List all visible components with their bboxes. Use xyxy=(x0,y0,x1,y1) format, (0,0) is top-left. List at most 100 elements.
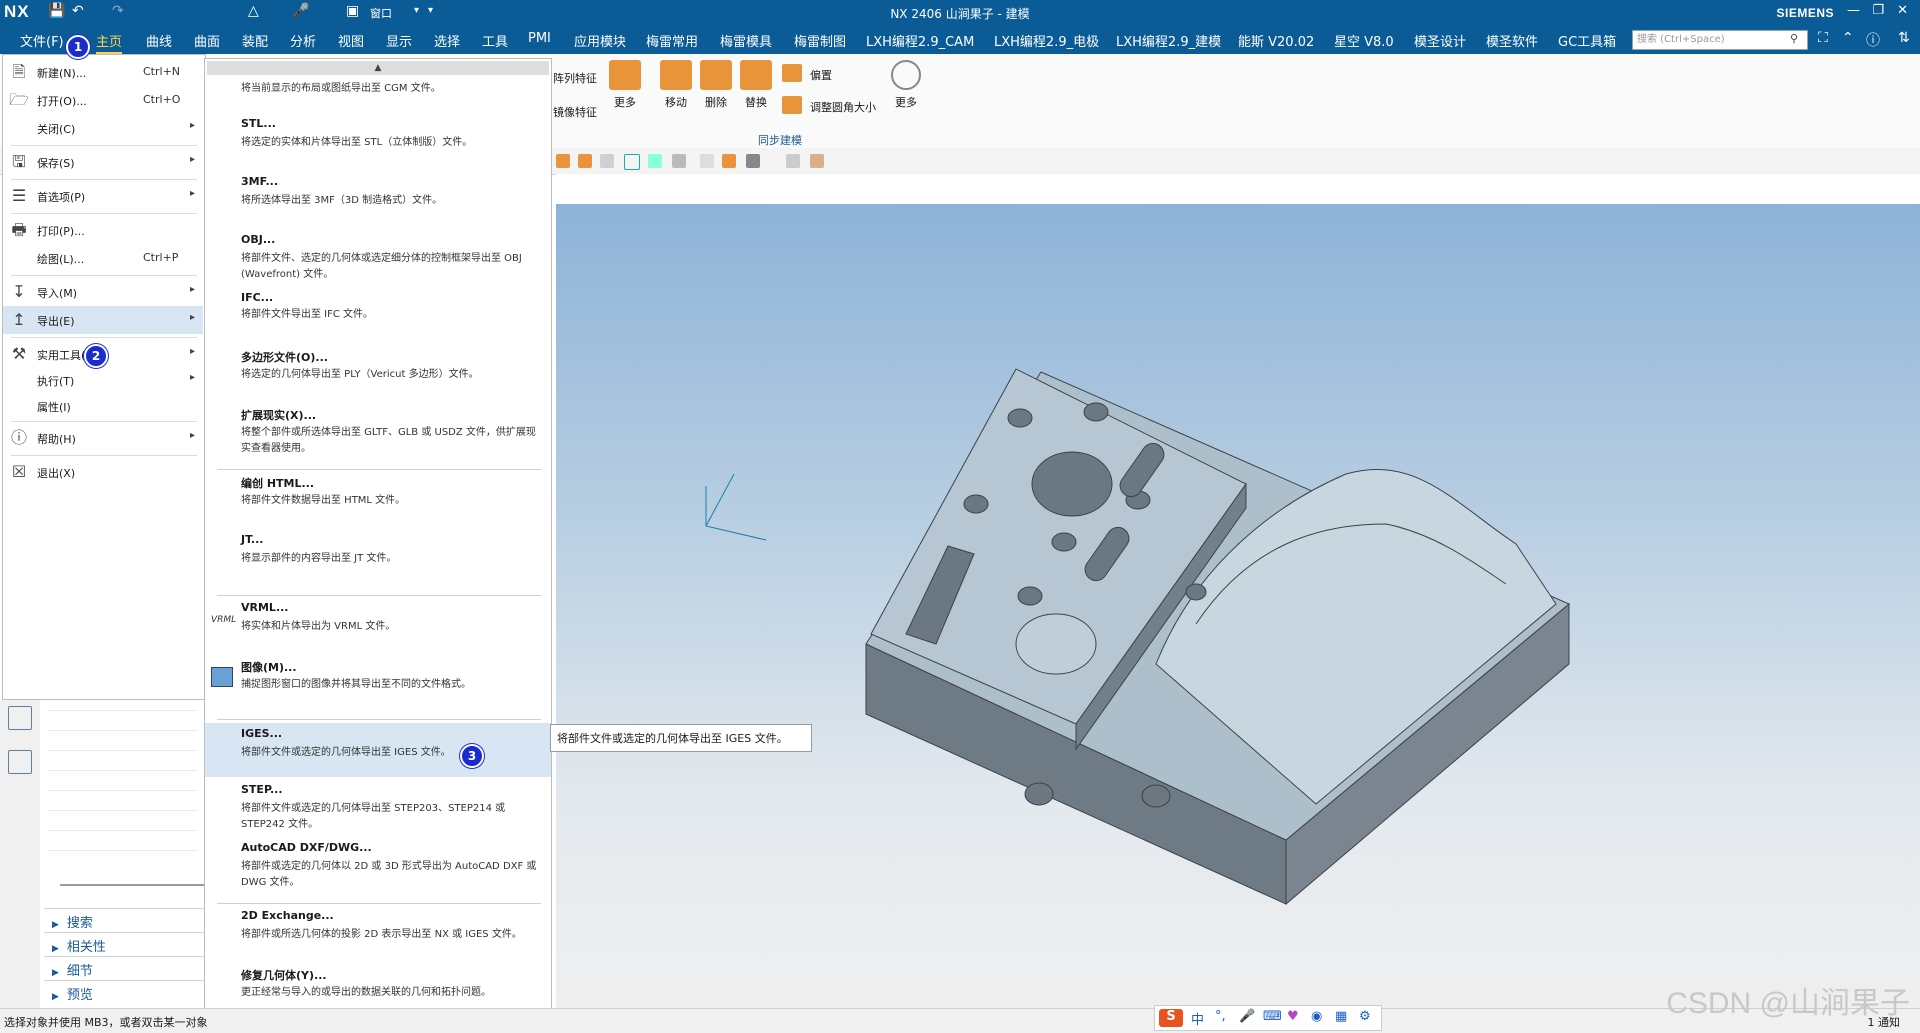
close-icon[interactable]: ✕ xyxy=(1897,3,1908,18)
menu-item-properties[interactable]: 属性(I) xyxy=(3,392,203,420)
export-obj-item[interactable]: OBJ... 将部件文件、选定的几何体或选定细分体的控制框架导出至 OBJ (W… xyxy=(205,233,551,285)
search-input[interactable]: 搜索 (Ctrl+Space) xyxy=(1632,30,1808,50)
horizontal-scrollbar[interactable] xyxy=(60,884,204,886)
navigator-section-search[interactable]: ▶ 搜索 xyxy=(52,912,93,931)
resize-blend-icon[interactable] xyxy=(782,96,802,114)
minimize-icon[interactable]: — xyxy=(1847,3,1860,18)
offset-region-icon[interactable] xyxy=(782,64,802,82)
move-icon[interactable] xyxy=(746,154,760,168)
export-iges-item[interactable]: IGES... 将部件文件或选定的几何体导出至 IGES 文件。 xyxy=(205,723,551,777)
curve-icon[interactable] xyxy=(624,154,640,170)
resize-blend-label[interactable]: 调整圆角大小 xyxy=(810,99,876,115)
tab-view[interactable]: 视图 xyxy=(338,31,364,50)
tab-curve[interactable]: 曲线 xyxy=(146,31,172,50)
fullscreen-icon[interactable]: ⛶ xyxy=(1818,30,1828,46)
navigator-section-details[interactable]: ▶ 细节 xyxy=(52,960,93,979)
tab-select[interactable]: 选择 xyxy=(434,31,460,50)
part-model[interactable] xyxy=(556,204,1920,1008)
tab-lxh-cam[interactable]: LXH编程2.9_CAM xyxy=(866,31,974,50)
search-icon[interactable]: ⚲ xyxy=(1790,32,1798,45)
tab-surface[interactable]: 曲面 xyxy=(194,31,220,50)
graphics-window[interactable] xyxy=(556,204,1920,1008)
export-2d-exchange-item[interactable]: 2D Exchange... 将部件或所选几何体的投影 2D 表示导出至 NX … xyxy=(205,909,551,961)
tab-xingkong[interactable]: 星空 V8.0 xyxy=(1334,31,1394,50)
menu-item-exit[interactable]: ☒ 退出(X) xyxy=(3,458,203,486)
keyboard-icon[interactable]: ⌨ xyxy=(1263,1009,1282,1024)
tab-meilei-common[interactable]: 梅雷常用 xyxy=(646,31,698,50)
shaded-icon[interactable] xyxy=(810,154,824,168)
menu-item-new[interactable]: 🗎 新建(N)... Ctrl+N xyxy=(3,58,203,86)
navigator-section-preview[interactable]: ▶ 预览 xyxy=(52,984,93,1003)
tab-applications[interactable]: 应用模块 xyxy=(574,31,626,50)
move-face-button[interactable]: 移动 xyxy=(656,60,696,110)
export-ifc-item[interactable]: IFC... 将部件文件导出至 IFC 文件。 xyxy=(205,291,551,327)
export-3mf-item[interactable]: 3MF... 将所选体导出至 3MF（3D 制造格式）文件。 xyxy=(205,175,551,215)
tab-nengsi[interactable]: 能斯 V20.02 xyxy=(1238,31,1314,50)
assembly-navigator-icon[interactable] xyxy=(8,750,32,774)
sogou-logo-icon[interactable]: S xyxy=(1159,1009,1183,1027)
more-sync-button[interactable]: 更多 xyxy=(886,60,926,110)
menu-item-export[interactable]: ↥ 导出(E) ▸ xyxy=(3,306,203,334)
filter-icon[interactable] xyxy=(700,154,714,168)
solid-face-icon[interactable] xyxy=(556,154,570,168)
export-polygon-item[interactable]: 多边形文件(O)... 将选定的几何体导出至 PLY（Vericut 多边形）文… xyxy=(205,349,551,389)
export-image-item[interactable]: 图像(M)... 捕捉图形窗口的图像并将其导出至不同的文件格式。 xyxy=(205,659,551,699)
tab-file[interactable]: 文件(F) xyxy=(20,31,64,50)
microphone-icon[interactable]: 🎤 xyxy=(1239,1009,1255,1024)
sheet-icon[interactable] xyxy=(600,154,614,168)
snap-icon[interactable] xyxy=(672,154,686,168)
view-cube-icon[interactable] xyxy=(786,154,800,168)
menu-item-import[interactable]: ↧ 导入(M) ▸ xyxy=(3,278,203,306)
menu-item-help[interactable]: ⓘ 帮助(H) ▸ xyxy=(3,424,203,452)
tab-meilei-drafting[interactable]: 梅雷制图 xyxy=(794,31,846,50)
menu-item-close[interactable]: 关闭(C) ▸ xyxy=(3,114,203,142)
tab-tools[interactable]: 工具 xyxy=(482,31,508,50)
export-jt-item[interactable]: JT... 将显示部件的内容导出至 JT 文件。 xyxy=(205,533,551,573)
help-icon[interactable]: ⓘ xyxy=(1866,30,1880,50)
tab-mosheng-design[interactable]: 模圣设计 xyxy=(1414,31,1466,50)
collapse-ribbon-icon[interactable]: ⌃ xyxy=(1842,30,1854,46)
grid-icon[interactable]: ▦ xyxy=(1335,1009,1347,1024)
tab-assembly[interactable]: 装配 xyxy=(242,31,268,50)
tab-lxh-electrode[interactable]: LXH编程2.9_电极 xyxy=(994,31,1099,50)
punctuation-icon[interactable]: °, xyxy=(1215,1009,1226,1024)
tab-analysis[interactable]: 分析 xyxy=(290,31,316,50)
mirror-feature-label[interactable]: 镜像特征 xyxy=(553,104,597,120)
navigator-section-dependencies[interactable]: ▶ 相关性 xyxy=(52,936,106,955)
menu-item-print[interactable]: 🖶 打印(P)... xyxy=(3,216,203,244)
delete-face-button[interactable]: 删除 xyxy=(696,60,736,110)
ime-mode[interactable]: 中 xyxy=(1191,1009,1204,1028)
export-dxf-item[interactable]: AutoCAD DXF/DWG... 将部件或选定的几何体以 2D 或 3D 形… xyxy=(205,841,551,893)
menu-item-preferences[interactable]: ☰ 首选项(P) ▸ xyxy=(3,182,203,210)
export-vrml-item[interactable]: VRML VRML... 将实体和片体导出为 VRML 文件。 xyxy=(205,601,551,641)
export-stl-item[interactable]: STL... 将选定的实体和片体导出至 STL（立体制版）文件。 xyxy=(205,117,551,157)
repair-geometry-item[interactable]: 修复几何体(Y)... 更正经常与导入的或导出的数据关联的几何和拓扑问题。 xyxy=(205,967,551,1007)
add-body-icon[interactable] xyxy=(722,154,736,168)
tab-lxh-modeling[interactable]: LXH编程2.9_建模 xyxy=(1116,31,1221,50)
part-navigator-icon[interactable] xyxy=(8,706,32,730)
menu-item-execute[interactable]: 执行(T) ▸ xyxy=(3,366,203,394)
skin-icon[interactable]: ♥ xyxy=(1287,1009,1299,1024)
tab-display[interactable]: 显示 xyxy=(386,31,412,50)
replace-face-button[interactable]: 替换 xyxy=(736,60,776,110)
scroll-up-arrow[interactable]: ▲ xyxy=(207,61,549,75)
more-button[interactable]: 更多 xyxy=(605,60,645,110)
tab-pmi[interactable]: PMI xyxy=(528,31,551,46)
settings-icon[interactable]: ⚙ xyxy=(1359,1009,1371,1024)
tab-gc-toolbox[interactable]: GC工具箱 xyxy=(1558,31,1616,50)
offset-region-label[interactable]: 偏置 xyxy=(810,67,832,83)
menu-item-open[interactable]: 🗁 打开(O)... Ctrl+O xyxy=(3,86,203,114)
point-icon[interactable] xyxy=(648,154,662,168)
tab-mosheng-software[interactable]: 模圣软件 xyxy=(1486,31,1538,50)
tab-meilei-mold[interactable]: 梅雷模具 xyxy=(720,31,772,50)
gamepad-icon[interactable]: ◉ xyxy=(1311,1009,1322,1024)
export-xr-item[interactable]: 扩展现实(X)... 将整个部件或所选体导出至 GLTF、GLB 或 USDZ … xyxy=(205,407,551,459)
export-step-item[interactable]: STEP... 将部件文件或选定的几何体导出至 STEP203、STEP214 … xyxy=(205,783,551,835)
tab-home[interactable]: 主页 xyxy=(96,31,123,54)
menu-item-save[interactable]: 🖫 保存(S) ▸ xyxy=(3,148,203,176)
restore-icon[interactable]: ❐ xyxy=(1872,3,1884,18)
block-icon[interactable] xyxy=(578,154,592,168)
export-html-item[interactable]: 编创 HTML... 将部件文件数据导出至 HTML 文件。 xyxy=(205,475,551,515)
pin-icon[interactable]: ⇅ xyxy=(1898,30,1910,46)
pattern-feature-label[interactable]: 阵列特征 xyxy=(553,70,597,86)
